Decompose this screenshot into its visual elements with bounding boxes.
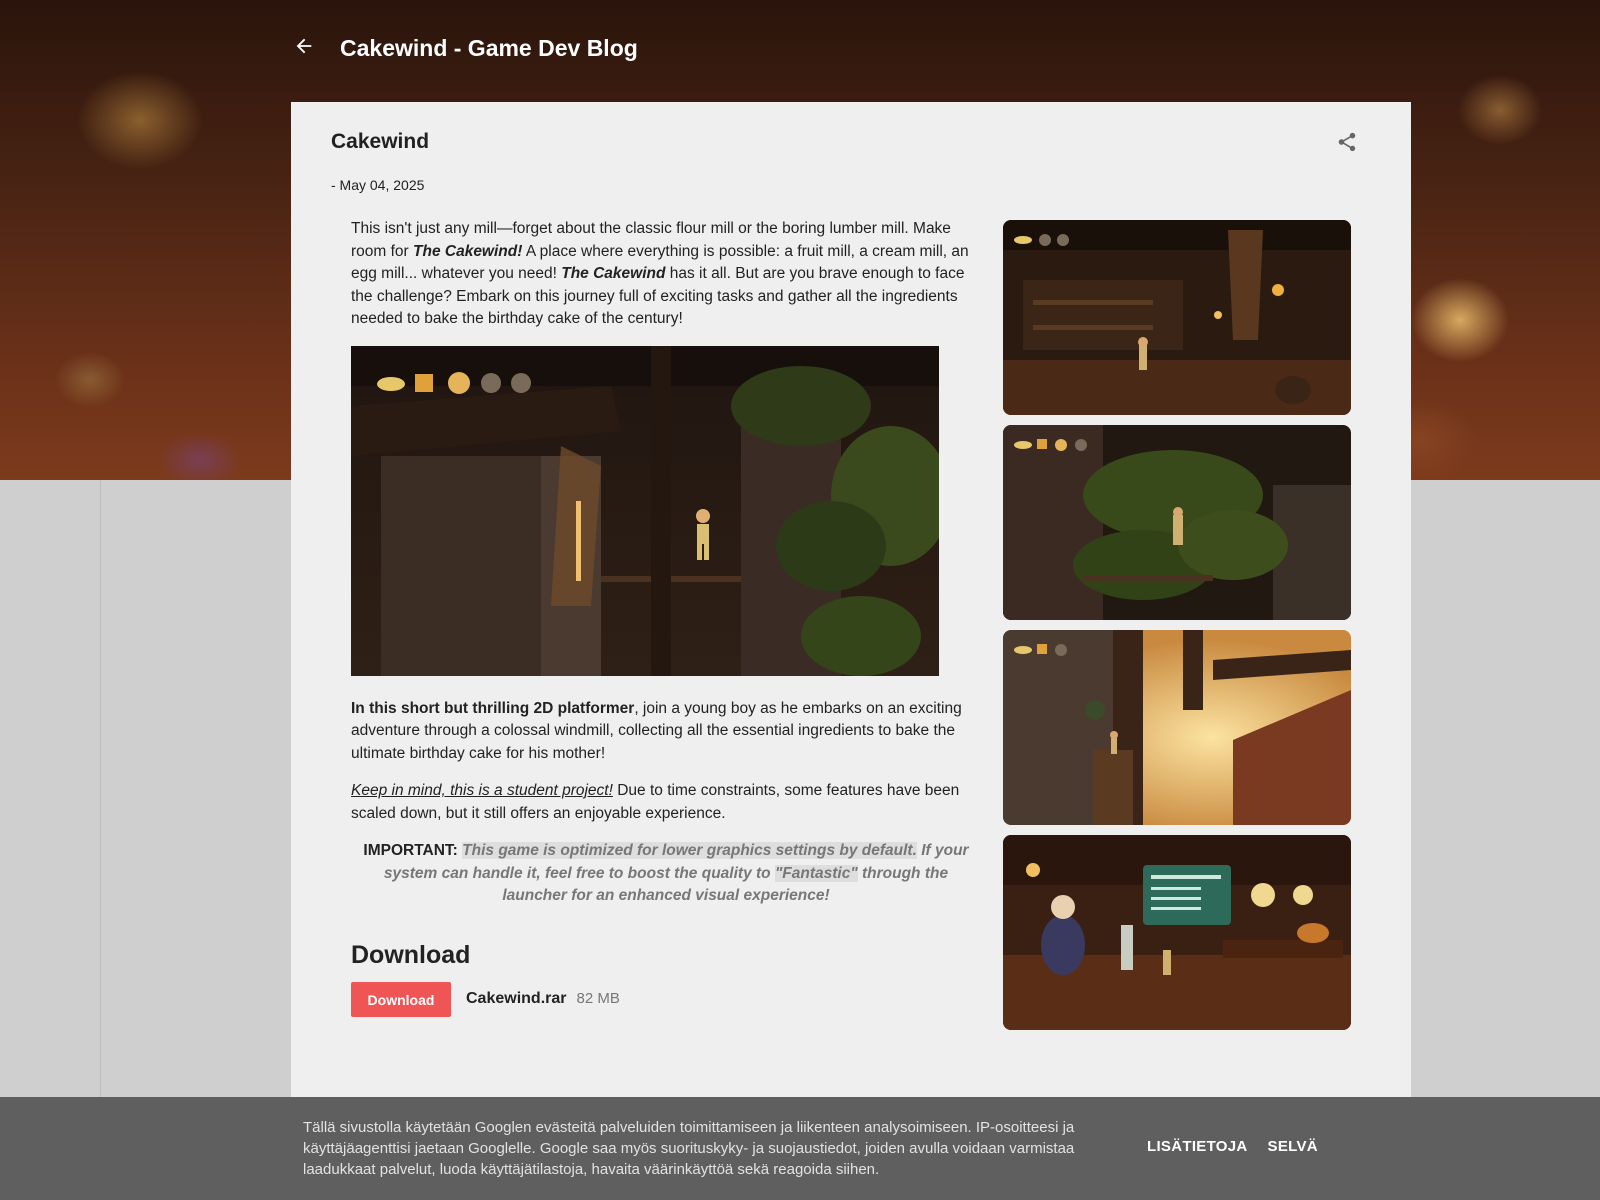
platformer-paragraph: In this short but thrilling 2D platforme… xyxy=(351,698,981,766)
blog-header: Cakewind - Game Dev Blog xyxy=(290,28,638,68)
screenshot-gallery xyxy=(1003,220,1351,1030)
intro-paragraph: This isn't just any mill—forget about th… xyxy=(351,218,981,331)
back-button[interactable] xyxy=(290,34,318,62)
cookie-actions: LISÄTIETOJA SELVÄ xyxy=(1147,1138,1318,1155)
post-body: This isn't just any mill—forget about th… xyxy=(351,218,981,1017)
student-paragraph: Keep in mind, this is a student project!… xyxy=(351,780,981,825)
intro-emphasis: The Cakewind xyxy=(561,265,666,282)
cookie-notice-text: Tällä sivustolla käytetään Googlen eväst… xyxy=(303,1119,1075,1178)
post-card: Cakewind - May 04, 2025 This isn't just … xyxy=(291,102,1411,1100)
gallery-screenshot-3[interactable] xyxy=(1003,630,1351,825)
important-label: IMPORTANT: xyxy=(363,842,458,859)
gallery-screenshot-2[interactable] xyxy=(1003,425,1351,620)
cookie-learn-more-link[interactable]: LISÄTIETOJA xyxy=(1147,1138,1248,1155)
gallery-screenshot-4[interactable] xyxy=(1003,835,1351,1030)
cookie-banner: Tällä sivustolla käytetään Googlen eväst… xyxy=(0,1097,1600,1200)
platformer-bold-text: In this short but thrilling 2D platforme… xyxy=(351,699,635,717)
download-file-size: 82 MB xyxy=(576,990,620,1008)
intro-emphasis: The Cakewind! xyxy=(413,242,523,260)
main-screenshot-image[interactable] xyxy=(351,345,939,676)
share-button[interactable] xyxy=(1333,130,1361,158)
download-file-name: Cakewind.rar xyxy=(466,990,567,1008)
student-project-link[interactable]: Keep in mind, this is a student project! xyxy=(351,782,613,799)
important-highlight: "Fantastic" xyxy=(774,864,858,882)
download-row: Download Cakewind.rar 82 MB xyxy=(351,982,981,1017)
download-button[interactable]: Download xyxy=(351,982,451,1017)
blog-title-link[interactable]: Cakewind - Game Dev Blog xyxy=(340,35,638,62)
divider xyxy=(100,480,101,1100)
post-title: Cakewind xyxy=(331,130,430,153)
gallery-screenshot-1[interactable] xyxy=(1003,220,1351,415)
download-heading: Download xyxy=(351,940,471,969)
share-icon xyxy=(1336,131,1358,158)
post-date: - May 04, 2025 xyxy=(331,177,425,193)
arrow-left-icon xyxy=(293,35,315,62)
important-note: IMPORTANT: This game is optimized for lo… xyxy=(351,840,981,908)
cookie-accept-button[interactable]: SELVÄ xyxy=(1268,1138,1318,1155)
important-highlight: This game is optimized for lower graphic… xyxy=(462,842,917,859)
